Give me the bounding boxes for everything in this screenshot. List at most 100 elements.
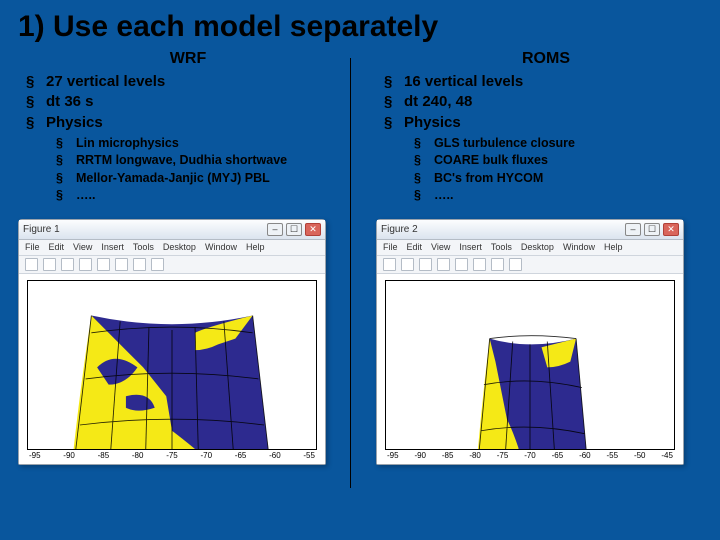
tick-label: -85 bbox=[442, 451, 454, 460]
window-title: Figure 1 bbox=[23, 224, 60, 235]
list-item: dt 240, 48 bbox=[384, 92, 716, 112]
list-item: Physics GLS turbulence closure COARE bul… bbox=[384, 113, 716, 205]
tick-label: -50 bbox=[634, 451, 646, 460]
plot-area: -95 -90 -85 -80 -75 -70 -65 -60 -55 bbox=[19, 274, 325, 464]
list-item: Lin microphysics bbox=[56, 135, 358, 153]
list-item: 16 vertical levels bbox=[384, 72, 716, 92]
toolbar-button[interactable] bbox=[509, 258, 522, 271]
close-icon[interactable]: ✕ bbox=[305, 223, 321, 236]
toolbar-button[interactable] bbox=[115, 258, 128, 271]
tick-label: -60 bbox=[269, 451, 281, 460]
tick-label: -55 bbox=[303, 451, 315, 460]
tick-label: -95 bbox=[387, 451, 399, 460]
slide-title: 1) Use each model separately bbox=[18, 10, 702, 44]
menu-item[interactable]: Insert bbox=[101, 242, 124, 252]
tick-label: -80 bbox=[469, 451, 481, 460]
minimize-icon[interactable]: – bbox=[267, 223, 283, 236]
toolbar-button[interactable] bbox=[97, 258, 110, 271]
toolbar-button[interactable] bbox=[419, 258, 432, 271]
right-column: ROMS 16 vertical levels dt 240, 48 Physi… bbox=[376, 50, 716, 465]
window-titlebar: Figure 2 – ☐ ✕ bbox=[377, 220, 683, 240]
list-item: COARE bulk fluxes bbox=[414, 152, 716, 170]
wrf-domain-plot bbox=[27, 280, 317, 450]
left-sub-list: Lin microphysics RRTM longwave, Dudhia s… bbox=[46, 135, 358, 205]
tick-label: -65 bbox=[552, 451, 564, 460]
window-buttons: – ☐ ✕ bbox=[625, 223, 679, 236]
menu-item[interactable]: File bbox=[383, 242, 398, 252]
x-axis-ticks: -95 -90 -85 -80 -75 -70 -65 -60 -55 bbox=[27, 450, 317, 460]
toolbar-button[interactable] bbox=[491, 258, 504, 271]
menu-item[interactable]: View bbox=[431, 242, 450, 252]
menu-item[interactable]: Edit bbox=[49, 242, 65, 252]
tick-label: -85 bbox=[98, 451, 110, 460]
tick-label: -55 bbox=[607, 451, 619, 460]
list-item: Physics Lin microphysics RRTM longwave, … bbox=[26, 113, 358, 205]
window-titlebar: Figure 1 – ☐ ✕ bbox=[19, 220, 325, 240]
right-main-list: 16 vertical levels dt 240, 48 Physics GL… bbox=[376, 72, 716, 205]
toolbar-button[interactable] bbox=[401, 258, 414, 271]
tick-label: -45 bbox=[661, 451, 673, 460]
toolbar-button[interactable] bbox=[383, 258, 396, 271]
menu-bar: File Edit View Insert Tools Desktop Wind… bbox=[19, 240, 325, 256]
toolbar-button[interactable] bbox=[25, 258, 38, 271]
list-item-label: Physics bbox=[46, 114, 103, 131]
right-sub-list: GLS turbulence closure COARE bulk fluxes… bbox=[404, 135, 716, 205]
tick-label: -90 bbox=[414, 451, 426, 460]
tick-label: -60 bbox=[579, 451, 591, 460]
toolbar-button[interactable] bbox=[455, 258, 468, 271]
list-item: ….. bbox=[56, 187, 358, 205]
tick-label: -95 bbox=[29, 451, 41, 460]
list-item: BC's from HYCOM bbox=[414, 170, 716, 188]
window-title: Figure 2 bbox=[381, 224, 418, 235]
menu-item[interactable]: Help bbox=[246, 242, 265, 252]
menu-item[interactable]: Tools bbox=[491, 242, 512, 252]
tick-label: -70 bbox=[200, 451, 212, 460]
minimize-icon[interactable]: – bbox=[625, 223, 641, 236]
wrf-figure-window: Figure 1 – ☐ ✕ File Edit View Insert Too… bbox=[18, 219, 326, 465]
tick-label: -75 bbox=[166, 451, 178, 460]
toolbar-button[interactable] bbox=[437, 258, 450, 271]
maximize-icon[interactable]: ☐ bbox=[644, 223, 660, 236]
menu-item[interactable]: Edit bbox=[407, 242, 423, 252]
list-item: ….. bbox=[414, 187, 716, 205]
menu-item[interactable]: Desktop bbox=[521, 242, 554, 252]
menu-bar: File Edit View Insert Tools Desktop Wind… bbox=[377, 240, 683, 256]
left-header: WRF bbox=[18, 50, 358, 68]
tick-label: -90 bbox=[63, 451, 75, 460]
maximize-icon[interactable]: ☐ bbox=[286, 223, 302, 236]
left-main-list: 27 vertical levels dt 36 s Physics Lin m… bbox=[18, 72, 358, 205]
toolbar-button[interactable] bbox=[473, 258, 486, 271]
list-item: GLS turbulence closure bbox=[414, 135, 716, 153]
close-icon[interactable]: ✕ bbox=[663, 223, 679, 236]
tool-bar bbox=[377, 256, 683, 274]
right-header: ROMS bbox=[376, 50, 716, 68]
list-item: RRTM longwave, Dudhia shortwave bbox=[56, 152, 358, 170]
window-buttons: – ☐ ✕ bbox=[267, 223, 321, 236]
roms-figure-window: Figure 2 – ☐ ✕ File Edit View Insert Too… bbox=[376, 219, 684, 465]
left-column: WRF 27 vertical levels dt 36 s Physics L… bbox=[18, 50, 358, 465]
tick-label: -70 bbox=[524, 451, 536, 460]
toolbar-button[interactable] bbox=[79, 258, 92, 271]
list-item: dt 36 s bbox=[26, 92, 358, 112]
list-item: 27 vertical levels bbox=[26, 72, 358, 92]
menu-item[interactable]: Tools bbox=[133, 242, 154, 252]
menu-item[interactable]: Help bbox=[604, 242, 623, 252]
toolbar-button[interactable] bbox=[133, 258, 146, 271]
toolbar-button[interactable] bbox=[151, 258, 164, 271]
tick-label: -75 bbox=[497, 451, 509, 460]
tick-label: -80 bbox=[132, 451, 144, 460]
toolbar-button[interactable] bbox=[61, 258, 74, 271]
list-item-label: Physics bbox=[404, 114, 461, 131]
plot-area: -95 -90 -85 -80 -75 -70 -65 -60 -55 -50 … bbox=[377, 274, 683, 464]
menu-item[interactable]: Desktop bbox=[163, 242, 196, 252]
menu-item[interactable]: View bbox=[73, 242, 92, 252]
roms-domain-plot bbox=[385, 280, 675, 450]
toolbar-button[interactable] bbox=[43, 258, 56, 271]
menu-item[interactable]: File bbox=[25, 242, 40, 252]
x-axis-ticks: -95 -90 -85 -80 -75 -70 -65 -60 -55 -50 … bbox=[385, 450, 675, 460]
menu-item[interactable]: Insert bbox=[459, 242, 482, 252]
list-item: Mellor-Yamada-Janjic (MYJ) PBL bbox=[56, 170, 358, 188]
tick-label: -65 bbox=[235, 451, 247, 460]
menu-item[interactable]: Window bbox=[563, 242, 595, 252]
menu-item[interactable]: Window bbox=[205, 242, 237, 252]
